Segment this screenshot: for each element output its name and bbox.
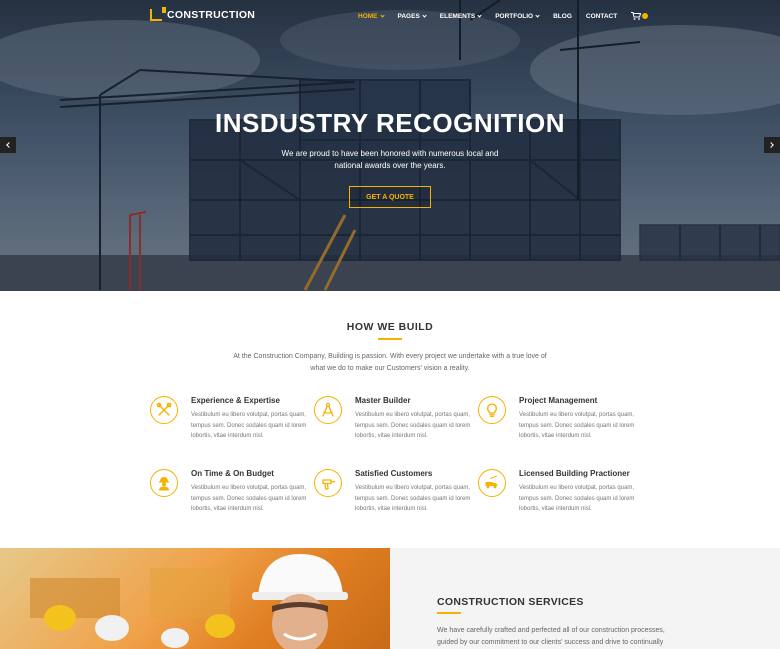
services-title: CONSTRUCTION SERVICES: [437, 596, 584, 608]
compass-icon: [314, 396, 342, 424]
hero-overlay: [0, 0, 780, 291]
feature-title: Experience & Expertise: [191, 396, 280, 405]
feature-card: Satisfied Customers Vestibulum eu libero…: [314, 469, 474, 529]
logo-text: CONSTRUCTION: [167, 9, 256, 21]
chevron-down-icon: [535, 12, 540, 18]
feature-text: Vestibulum eu libero volutpat, portas qu…: [191, 412, 307, 439]
chevron-down-icon: [477, 12, 482, 18]
feature-text: Vestibulum eu libero volutpat, portas qu…: [355, 485, 471, 512]
nav-item-elements[interactable]: ELEMENTS: [439, 12, 482, 20]
hero-subtitle: We are proud to have been honored with n…: [281, 149, 499, 170]
tools-icon: [150, 396, 178, 424]
feature-text: Vestibulum eu libero volutpat, portas qu…: [519, 485, 635, 512]
slider-next-button[interactable]: [764, 137, 780, 153]
nav-item-home[interactable]: HOME: [358, 12, 385, 20]
cart-count-badge: [642, 12, 649, 19]
cart-button[interactable]: [631, 12, 649, 20]
nav-item-portfolio[interactable]: PORTFOLIO: [495, 12, 540, 20]
drill-icon: [314, 469, 342, 497]
feature-card: Project Management Vestibulum eu libero …: [478, 396, 638, 456]
hero-title: INSDUSTRY RECOGNITION: [215, 108, 565, 138]
slider-prev-button[interactable]: [0, 137, 16, 153]
services-section: CONSTRUCTION SERVICES We have carefully …: [0, 548, 780, 649]
feature-title: Satisfied Customers: [355, 469, 433, 478]
nav-label: PAGES: [397, 12, 420, 20]
site-logo[interactable]: CONSTRUCTION: [150, 7, 256, 21]
feature-card: On Time & On Budget Vestibulum eu libero…: [150, 469, 310, 529]
nav-label: CONTACT: [585, 12, 618, 20]
title-underline: [378, 338, 402, 340]
section-intro: At the Construction Company, Building is…: [233, 353, 547, 372]
navbar: CONSTRUCTION HOME PAGES ELEMENTS PORTFOL…: [0, 0, 780, 33]
nav-item-contact[interactable]: CONTACT: [586, 13, 617, 20]
feature-card: Experience & Expertise Vestibulum eu lib…: [150, 396, 310, 456]
chevron-down-icon: [422, 12, 427, 18]
workers-photo: [0, 548, 390, 649]
nav-item-blog[interactable]: BLOG: [553, 13, 572, 20]
feature-title: On Time & On Budget: [191, 469, 274, 478]
cart-icon: [631, 12, 642, 20]
feature-text: Vestibulum eu libero volutpat, portas qu…: [519, 412, 635, 439]
feature-title: Licensed Building Practioner: [519, 469, 630, 478]
truck-icon: [478, 469, 506, 497]
nav-label: PORTFOLIO: [495, 12, 534, 20]
services-underline: [437, 612, 461, 614]
feature-title: Master Builder: [355, 396, 411, 405]
feature-title: Project Management: [519, 396, 598, 405]
worker-icon: [150, 469, 178, 497]
hero-slider: CONSTRUCTION HOME PAGES ELEMENTS PORTFOL…: [0, 0, 780, 291]
section-title: HOW WE BUILD: [346, 321, 434, 333]
feature-card: Licensed Building Practioner Vestibulum …: [478, 469, 638, 529]
feature-text: Vestibulum eu libero volutpat, portas qu…: [191, 485, 307, 512]
logo-icon: [150, 7, 166, 21]
nav-item-pages[interactable]: PAGES: [397, 12, 427, 20]
chevron-down-icon: [379, 12, 385, 18]
feature-card: Master Builder Vestibulum eu libero volu…: [314, 396, 474, 456]
chevron-right-icon: [768, 142, 774, 148]
lightbulb-icon: [478, 396, 506, 424]
feature-text: Vestibulum eu libero volutpat, portas qu…: [355, 412, 471, 439]
chevron-left-icon: [6, 142, 12, 148]
nav-label: HOME: [358, 12, 378, 20]
get-quote-button[interactable]: GET A QUOTE: [349, 186, 431, 208]
nav-label: ELEMENTS: [439, 12, 476, 20]
main-nav: HOME PAGES ELEMENTS PORTFOLIO BLOG CONTA…: [358, 12, 649, 20]
services-text: We have carefully crafted and perfected …: [437, 627, 665, 646]
nav-label: BLOG: [553, 12, 572, 20]
